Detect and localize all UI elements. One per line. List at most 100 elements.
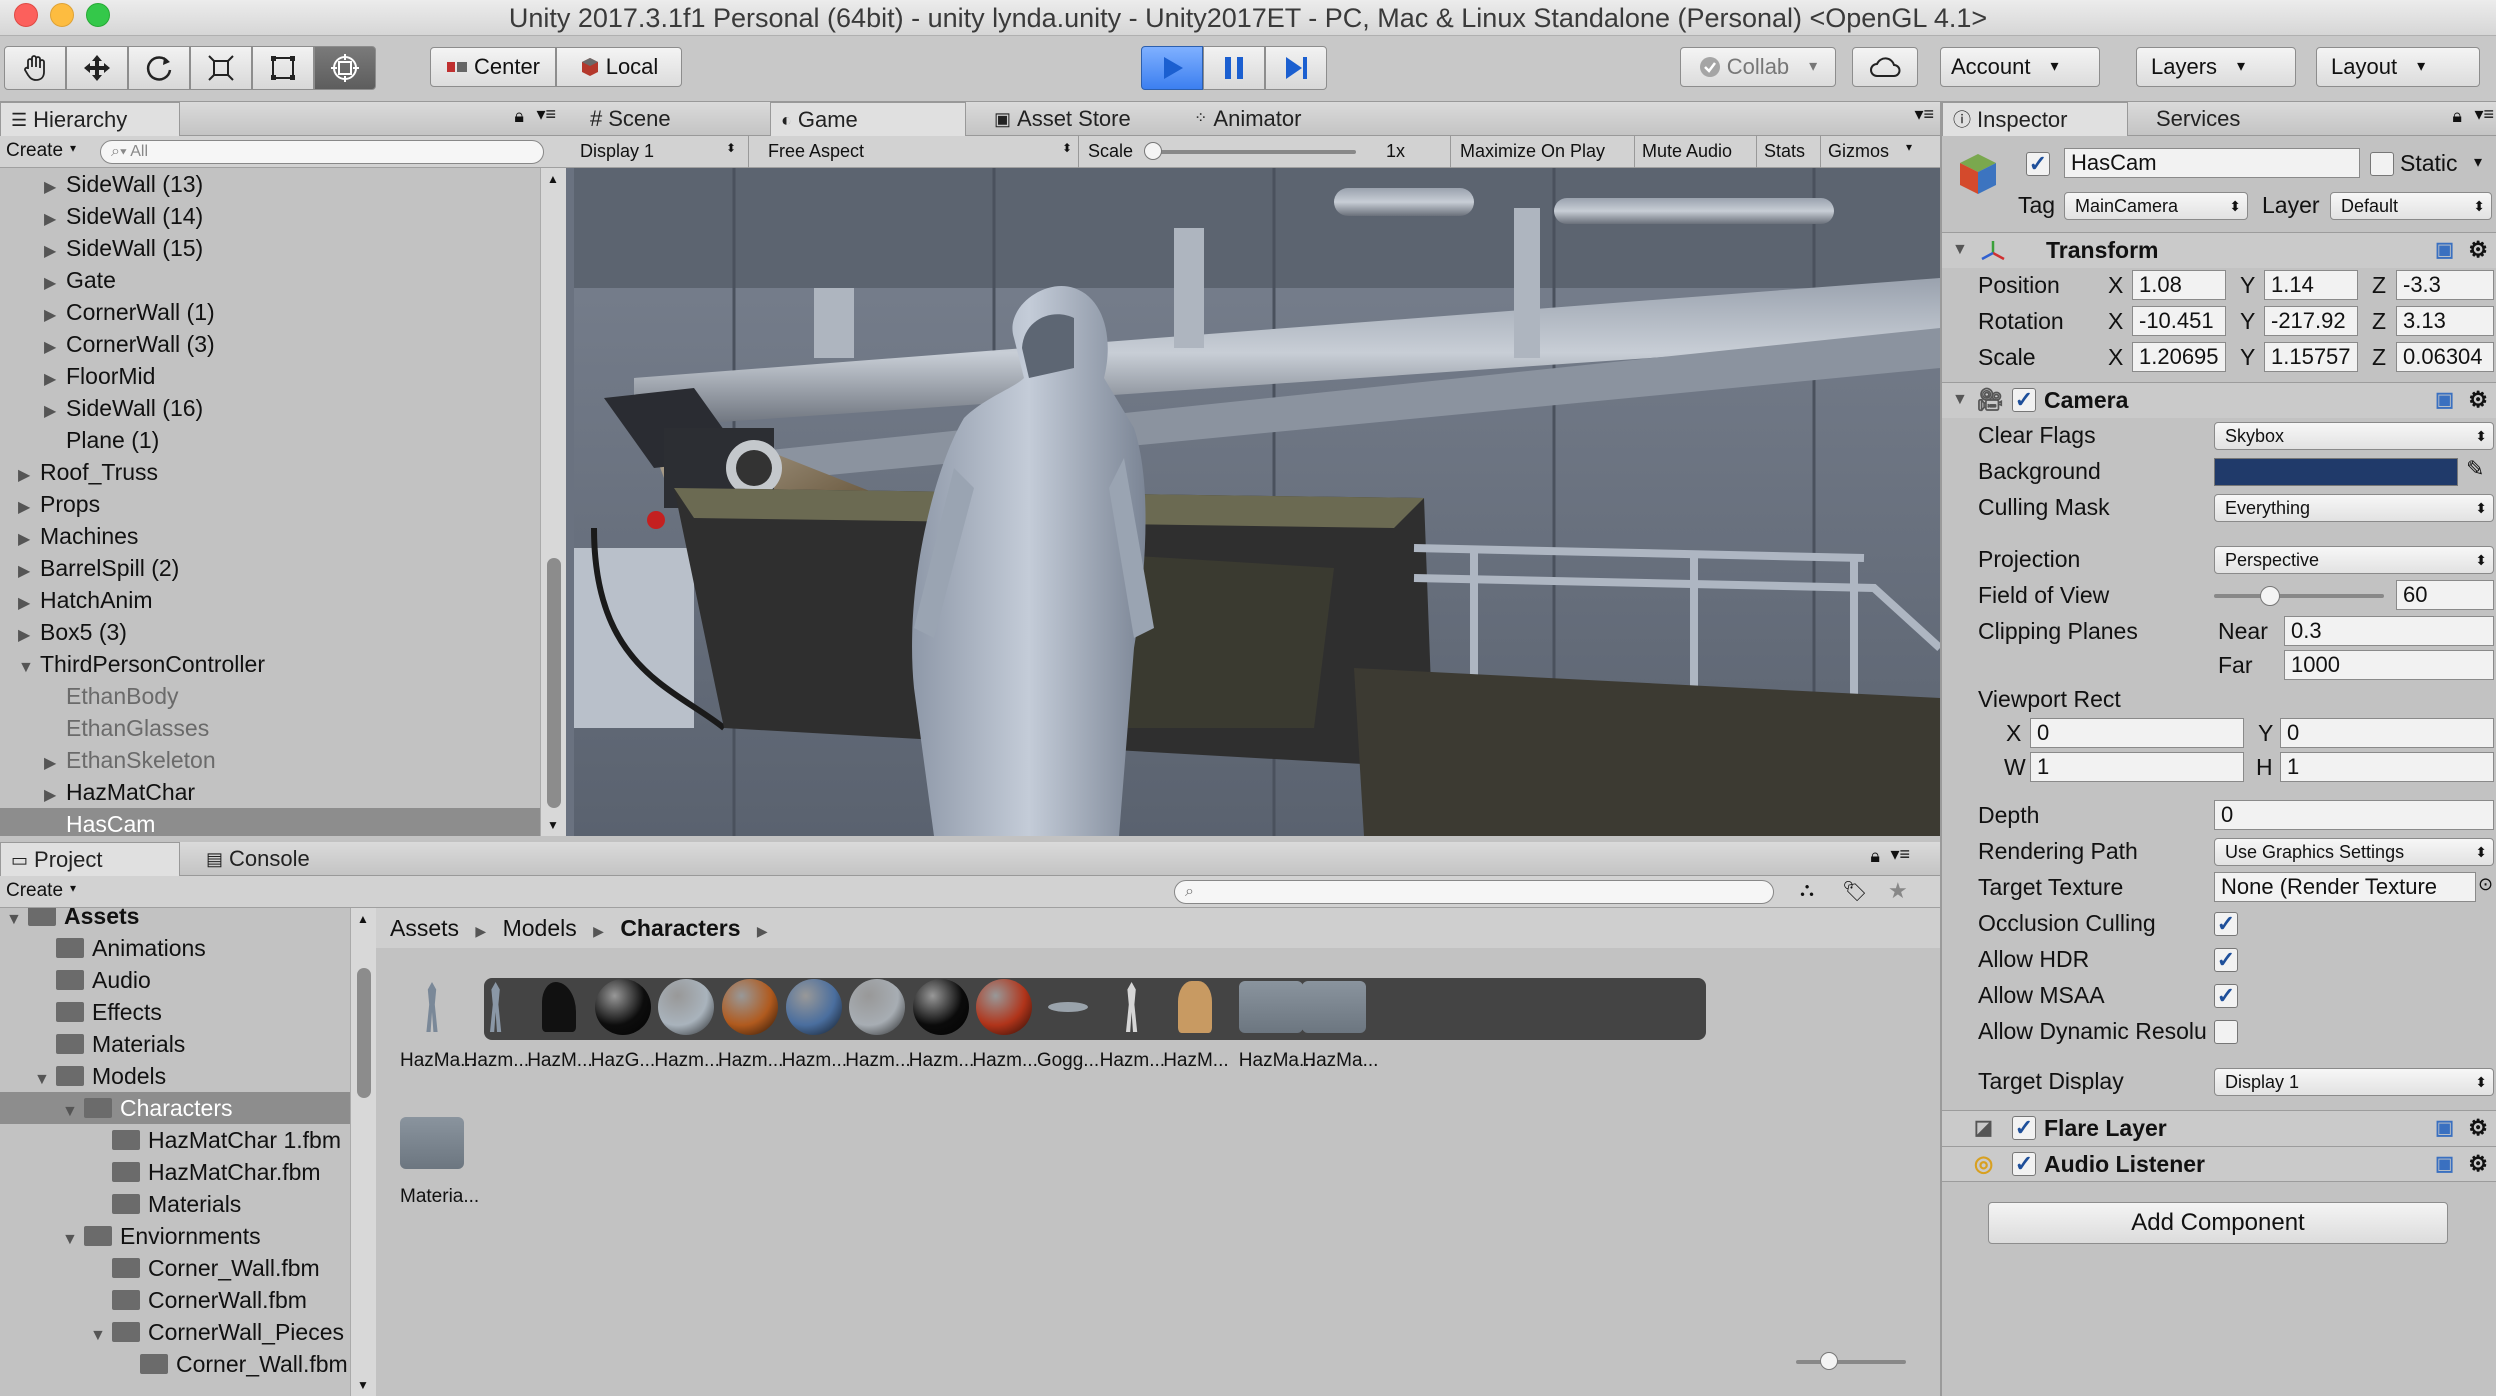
hierarchy-item[interactable]: ▶ CornerWall (1) bbox=[0, 296, 540, 328]
asset-item[interactable]: Hazm... bbox=[909, 979, 974, 1072]
target-texture-field[interactable]: None (Render Texture bbox=[2214, 872, 2476, 902]
project-tree-item[interactable]: Materials bbox=[0, 1188, 350, 1220]
static-checkbox[interactable] bbox=[2370, 152, 2394, 176]
asset-item[interactable]: Hazm... bbox=[1100, 980, 1165, 1072]
asset-zoom-slider[interactable] bbox=[1796, 1360, 1906, 1364]
maximize-window-button[interactable] bbox=[86, 3, 110, 27]
project-tree-item[interactable]: HazMatChar.fbm bbox=[0, 1156, 350, 1188]
play-button[interactable] bbox=[1141, 46, 1203, 90]
viewport-w-input[interactable]: 1 bbox=[2030, 752, 2244, 782]
hierarchy-item[interactable]: EthanBody bbox=[0, 680, 540, 712]
hierarchy-item[interactable]: ▶ SideWall (13) bbox=[0, 168, 540, 200]
audio-listener-checkbox[interactable]: ✓ bbox=[2012, 1152, 2036, 1176]
viewport-x-input[interactable]: 0 bbox=[2030, 718, 2244, 748]
hierarchy-item[interactable]: ▶ Props bbox=[0, 488, 540, 520]
hand-tool-button[interactable] bbox=[4, 46, 66, 90]
asset-zoom-knob[interactable] bbox=[1820, 1352, 1838, 1370]
flare-layer-checkbox[interactable]: ✓ bbox=[2012, 1116, 2036, 1140]
pause-button[interactable] bbox=[1203, 46, 1265, 90]
asset-item[interactable]: HazMa... bbox=[1302, 980, 1378, 1072]
occlusion-culling-checkbox[interactable]: ✓ bbox=[2214, 912, 2238, 936]
allow-msaa-checkbox[interactable]: ✓ bbox=[2214, 984, 2238, 1008]
allow-dynamic-resolution-checkbox[interactable] bbox=[2214, 1020, 2238, 1044]
eyedropper-icon[interactable]: ✎ bbox=[2466, 456, 2484, 482]
panel-menu-icon[interactable]: ▾≡ bbox=[2474, 104, 2494, 125]
breadcrumb-characters[interactable]: Characters bbox=[620, 915, 740, 941]
hierarchy-item[interactable]: ▼ ThirdPersonController bbox=[0, 648, 540, 680]
rotation-z-input[interactable]: 3.13 bbox=[2396, 306, 2494, 336]
gear-icon[interactable]: ⚙ bbox=[2468, 233, 2488, 267]
lock-icon[interactable]: 🔒︎ bbox=[2452, 106, 2462, 127]
move-tool-button[interactable] bbox=[66, 46, 128, 90]
maximize-on-play-toggle[interactable]: Maximize On Play bbox=[1460, 141, 1605, 162]
transform-header[interactable]: ▼ Transform ▣ ⚙ bbox=[1942, 232, 2496, 268]
depth-input[interactable]: 0 bbox=[2214, 800, 2494, 830]
hierarchy-item[interactable]: HasCam bbox=[0, 808, 540, 836]
hierarchy-search-input[interactable]: ⌕▾ All bbox=[100, 140, 544, 164]
fov-slider-track[interactable] bbox=[2214, 586, 2384, 606]
gizmos-dropdown[interactable]: Gizmos bbox=[1828, 141, 1889, 162]
hierarchy-scrollbar[interactable]: ▲ ▼ bbox=[540, 168, 566, 836]
project-tree-item[interactable]: Effects bbox=[0, 996, 350, 1028]
projection-dropdown[interactable]: Perspective bbox=[2214, 546, 2494, 574]
add-component-button[interactable]: Add Component bbox=[1988, 1202, 2448, 1244]
asset-item[interactable]: HazMa... bbox=[400, 980, 476, 1072]
clear-flags-dropdown[interactable]: Skybox bbox=[2214, 422, 2494, 450]
project-search-input[interactable]: ⌕ bbox=[1174, 880, 1774, 904]
scale-slider[interactable] bbox=[1146, 150, 1356, 154]
asset-item[interactable]: HazM... bbox=[1163, 980, 1229, 1072]
allow-hdr-checkbox[interactable]: ✓ bbox=[2214, 948, 2238, 972]
scroll-thumb[interactable] bbox=[547, 558, 561, 808]
project-tree-item[interactable]: Corner_Wall.fbm bbox=[0, 1348, 350, 1380]
hierarchy-item[interactable]: ▶ Machines bbox=[0, 520, 540, 552]
tag-dropdown[interactable]: MainCamera bbox=[2064, 192, 2248, 220]
rotate-tool-button[interactable] bbox=[128, 46, 190, 90]
breadcrumb-models[interactable]: Models bbox=[503, 915, 577, 941]
project-tree-item[interactable]: ▼ Enviornments bbox=[0, 1220, 350, 1252]
help-book-icon[interactable]: ▣ bbox=[2435, 1147, 2454, 1181]
position-y-input[interactable]: 1.14 bbox=[2264, 270, 2358, 300]
hierarchy-item[interactable]: ▶ SideWall (15) bbox=[0, 232, 540, 264]
hierarchy-item[interactable]: ▶ HatchAnim bbox=[0, 584, 540, 616]
hierarchy-item[interactable]: ▶ EthanSkeleton bbox=[0, 744, 540, 776]
lock-icon[interactable]: 🔒︎ bbox=[514, 106, 524, 127]
tab-project[interactable]: ▭ Project bbox=[0, 842, 180, 876]
close-window-button[interactable] bbox=[14, 3, 38, 27]
gear-icon[interactable]: ⚙ bbox=[2468, 1111, 2488, 1145]
flare-layer-header[interactable]: ◪ ✓ Flare Layer ▣ ⚙ bbox=[1942, 1110, 2496, 1146]
project-tree-item[interactable]: ▼ Assets bbox=[0, 908, 350, 932]
account-dropdown[interactable]: Account bbox=[1940, 47, 2100, 87]
layout-dropdown[interactable]: Layout bbox=[2316, 47, 2480, 87]
asset-item[interactable]: HazMa... bbox=[1238, 980, 1315, 1072]
audio-listener-header[interactable]: ◎ ✓ Audio Listener ▣ ⚙ bbox=[1942, 1146, 2496, 1182]
project-tree-item[interactable]: HazMatChar 1.fbm bbox=[0, 1124, 350, 1156]
project-tree-item[interactable]: Corner_Wall.fbm bbox=[0, 1252, 350, 1284]
rendering-path-dropdown[interactable]: Use Graphics Settings bbox=[2214, 838, 2494, 866]
scale-slider-knob[interactable] bbox=[1144, 142, 1162, 160]
asset-item[interactable]: Gogg... bbox=[1036, 980, 1100, 1072]
position-x-input[interactable]: 1.08 bbox=[2132, 270, 2226, 300]
asset-item[interactable]: Hazm... bbox=[972, 979, 1038, 1072]
tab-inspector[interactable]: ⓘ Inspector bbox=[1942, 102, 2128, 136]
asset-item[interactable]: Hazm... bbox=[845, 979, 911, 1072]
viewport-h-input[interactable]: 1 bbox=[2280, 752, 2494, 782]
asset-item[interactable]: Hazm... bbox=[464, 980, 529, 1072]
lock-icon[interactable]: 🔒︎ bbox=[1870, 846, 1880, 867]
scale-x-input[interactable]: 1.20695 bbox=[2132, 342, 2226, 372]
tab-game[interactable]: ◐ Game bbox=[770, 102, 966, 136]
gear-icon[interactable]: ⚙ bbox=[2468, 383, 2488, 417]
panel-menu-icon[interactable]: ▾≡ bbox=[536, 104, 556, 125]
project-tree-item[interactable]: ▼ Characters bbox=[0, 1092, 350, 1124]
rotation-x-input[interactable]: -10.451 bbox=[2132, 306, 2226, 336]
create-dropdown[interactable]: Create bbox=[6, 880, 63, 902]
rect-tool-button[interactable] bbox=[252, 46, 314, 90]
position-z-input[interactable]: -3.3 bbox=[2396, 270, 2494, 300]
camera-header[interactable]: ▼ 🎥︎ ✓ Camera ▣ ⚙ bbox=[1942, 382, 2496, 418]
hierarchy-item[interactable]: ▶ Box5 (3) bbox=[0, 616, 540, 648]
filter-by-label-icon[interactable]: 🏷︎ bbox=[1842, 879, 1867, 904]
project-tree-scrollbar[interactable]: ▲ ▼ bbox=[350, 908, 376, 1396]
tab-scene[interactable]: # Scene bbox=[580, 102, 671, 136]
hierarchy-item[interactable]: ▶ Roof_Truss bbox=[0, 456, 540, 488]
create-dropdown[interactable]: Create bbox=[6, 140, 63, 162]
asset-item[interactable]: HazM... bbox=[527, 980, 593, 1072]
